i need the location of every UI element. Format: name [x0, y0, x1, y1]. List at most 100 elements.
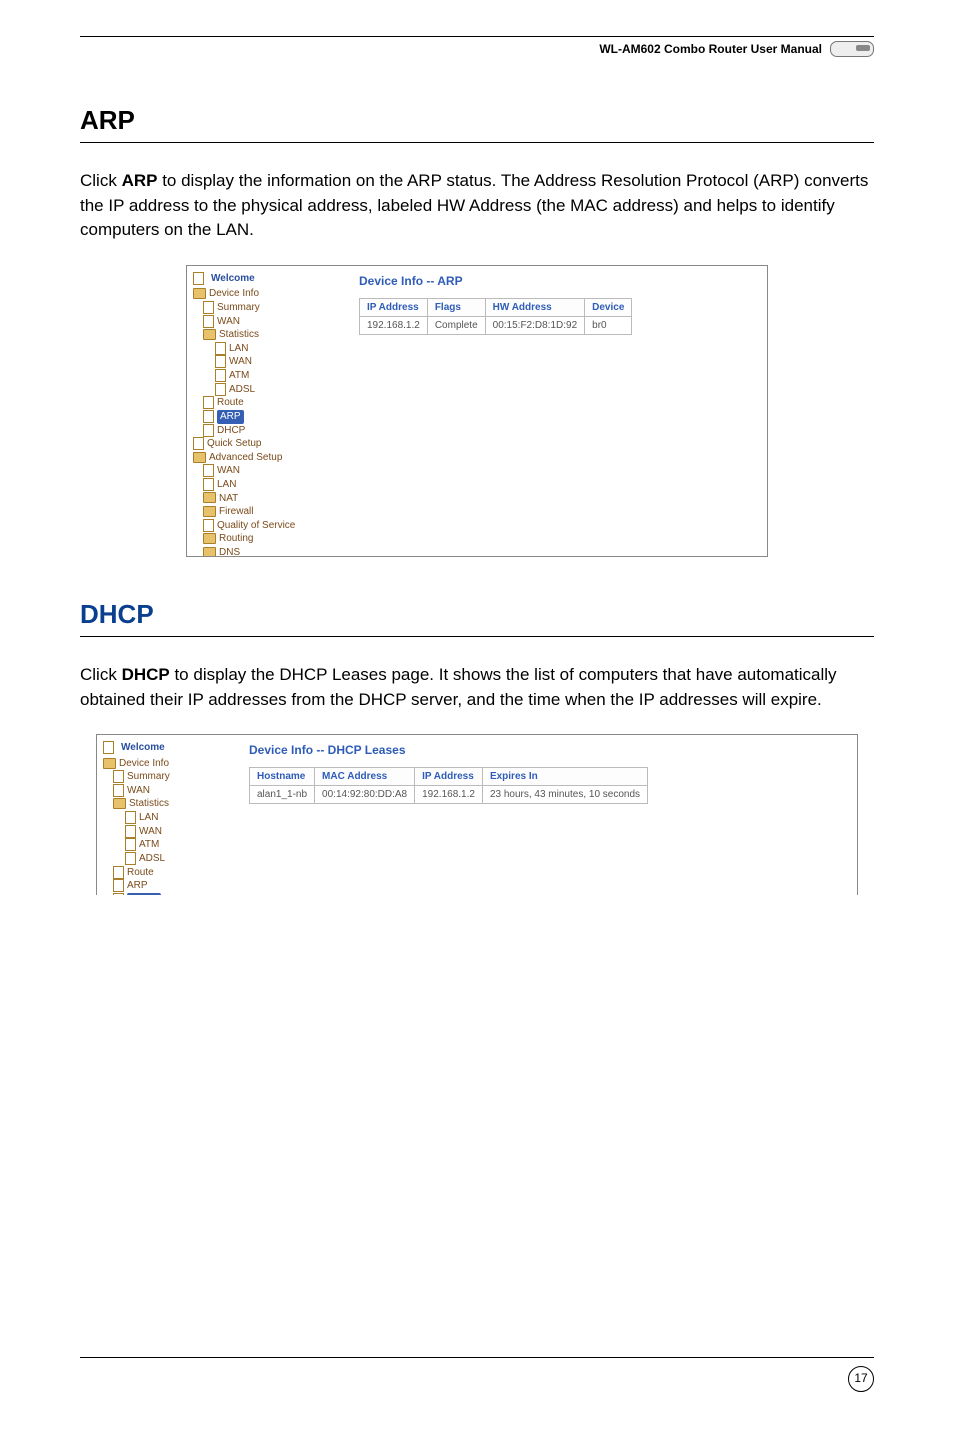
- doc-icon: [193, 272, 204, 285]
- sidebar-wan2[interactable]: WAN: [193, 355, 343, 369]
- page-icon: [215, 383, 226, 396]
- sidebar-wan3[interactable]: WAN: [193, 464, 343, 478]
- table-header-row: Hostname MAC Address IP Address Expires …: [250, 768, 648, 786]
- table-row: 192.168.1.2 Complete 00:15:F2:D8:1D:92 b…: [360, 316, 632, 334]
- sidebar-summary[interactable]: Summary: [103, 770, 233, 784]
- dhcp-table: Hostname MAC Address IP Address Expires …: [249, 767, 648, 804]
- page-icon: [203, 315, 214, 328]
- sidebar-route[interactable]: Route: [193, 396, 343, 410]
- td-ip: 192.168.1.2: [360, 316, 428, 334]
- page-icon: [203, 464, 214, 477]
- sidebar-atm[interactable]: ATM: [193, 369, 343, 383]
- sidebar-routing[interactable]: Routing: [193, 532, 343, 546]
- dhcp-pre: Click: [80, 665, 122, 684]
- page-icon: [203, 424, 214, 437]
- arp-pre: Click: [80, 171, 122, 190]
- folder-icon: [203, 547, 216, 557]
- dhcp-paragraph: Click DHCP to display the DHCP Leases pa…: [80, 663, 874, 712]
- dhcp-heading: DHCP: [80, 599, 874, 630]
- page-icon: [215, 355, 226, 368]
- th-expires: Expires In: [482, 768, 647, 786]
- sidebar-wan[interactable]: WAN: [103, 784, 233, 798]
- folder-icon: [113, 798, 126, 809]
- folder-icon: [203, 533, 216, 544]
- sidebar-advanced[interactable]: Advanced Setup: [193, 451, 343, 465]
- page-icon: [203, 478, 214, 491]
- page-icon: [215, 369, 226, 382]
- sidebar-dhcp[interactable]: DHCP: [103, 893, 233, 895]
- sidebar-arp[interactable]: ARP: [193, 410, 343, 424]
- welcome-label: Welcome: [103, 741, 233, 755]
- page-icon: [113, 866, 124, 879]
- sidebar-summary[interactable]: Summary: [193, 301, 343, 315]
- page-icon: [113, 770, 124, 783]
- sidebar-lan[interactable]: LAN: [103, 811, 233, 825]
- td-expires: 23 hours, 43 minutes, 10 seconds: [482, 786, 647, 804]
- sidebar-device-info[interactable]: Device Info: [193, 287, 343, 301]
- sidebar-qos[interactable]: Quality of Service: [193, 519, 343, 533]
- page-icon: [113, 784, 124, 797]
- dhcp-content-title: Device Info -- DHCP Leases: [249, 743, 845, 757]
- router-icon: [830, 41, 874, 57]
- sidebar-atm[interactable]: ATM: [103, 838, 233, 852]
- sidebar-wan2[interactable]: WAN: [103, 825, 233, 839]
- th-mac: MAC Address: [315, 768, 415, 786]
- th-ip: IP Address: [415, 768, 483, 786]
- sidebar-dns[interactable]: DNS: [193, 546, 343, 557]
- sidebar-quick[interactable]: Quick Setup: [193, 437, 343, 451]
- sidebar-lan[interactable]: LAN: [193, 342, 343, 356]
- folder-icon: [203, 329, 216, 340]
- page-icon: [125, 811, 136, 824]
- sidebar-firewall[interactable]: Firewall: [193, 505, 343, 519]
- sidebar-lan2[interactable]: LAN: [193, 478, 343, 492]
- td-device: br0: [585, 316, 632, 334]
- sidebar-nat[interactable]: NAT: [193, 492, 343, 506]
- sidebar-adsl[interactable]: ADSL: [193, 383, 343, 397]
- folder-icon: [193, 452, 206, 463]
- arp-bold: ARP: [122, 171, 158, 190]
- page-number: 17: [848, 1366, 874, 1392]
- sidebar-route[interactable]: Route: [103, 866, 233, 880]
- sidebar-statistics[interactable]: Statistics: [103, 797, 233, 811]
- td-ip: 192.168.1.2: [415, 786, 483, 804]
- page-icon: [113, 893, 124, 895]
- page-icon: [203, 410, 214, 423]
- sidebar-arp[interactable]: ARP: [103, 879, 233, 893]
- folder-icon: [103, 758, 116, 769]
- page-icon: [203, 396, 214, 409]
- page-icon: [203, 519, 214, 532]
- td-host: alan1_1-nb: [250, 786, 315, 804]
- folder-icon: [203, 492, 216, 503]
- folder-icon: [193, 288, 206, 299]
- manual-title: WL-AM602 Combo Router User Manual: [599, 42, 822, 56]
- folder-icon: [203, 506, 216, 517]
- dhcp-content: Device Info -- DHCP Leases Hostname MAC …: [237, 735, 857, 895]
- arp-screenshot: Welcome Device Info Summary WAN Statisti…: [186, 265, 768, 557]
- sidebar-adsl[interactable]: ADSL: [103, 852, 233, 866]
- th-flags: Flags: [427, 298, 485, 316]
- doc-icon: [103, 741, 114, 754]
- arp-table: IP Address Flags HW Address Device 192.1…: [359, 298, 632, 335]
- page-icon: [193, 437, 204, 450]
- th-host: Hostname: [250, 768, 315, 786]
- dhcp-sidebar: Welcome Device Info Summary WAN Statisti…: [97, 735, 237, 895]
- sidebar-device-info[interactable]: Device Info: [103, 757, 233, 771]
- arp-sidebar: Welcome Device Info Summary WAN Statisti…: [187, 266, 347, 556]
- table-header-row: IP Address Flags HW Address Device: [360, 298, 632, 316]
- page-icon: [203, 301, 214, 314]
- td-flags: Complete: [427, 316, 485, 334]
- welcome-label: Welcome: [193, 272, 343, 286]
- sidebar-wan[interactable]: WAN: [193, 315, 343, 329]
- dhcp-bold: DHCP: [122, 665, 170, 684]
- arp-heading: ARP: [80, 105, 874, 136]
- page-icon: [125, 825, 136, 838]
- th-hw: HW Address: [485, 298, 585, 316]
- page-icon: [113, 879, 124, 892]
- page-icon: [125, 838, 136, 851]
- sidebar-statistics[interactable]: Statistics: [193, 328, 343, 342]
- dhcp-screenshot: Welcome Device Info Summary WAN Statisti…: [96, 734, 858, 895]
- arp-content: Device Info -- ARP IP Address Flags HW A…: [347, 266, 767, 556]
- td-hw: 00:15:F2:D8:1D:92: [485, 316, 585, 334]
- page-icon: [125, 852, 136, 865]
- sidebar-dhcp[interactable]: DHCP: [193, 424, 343, 438]
